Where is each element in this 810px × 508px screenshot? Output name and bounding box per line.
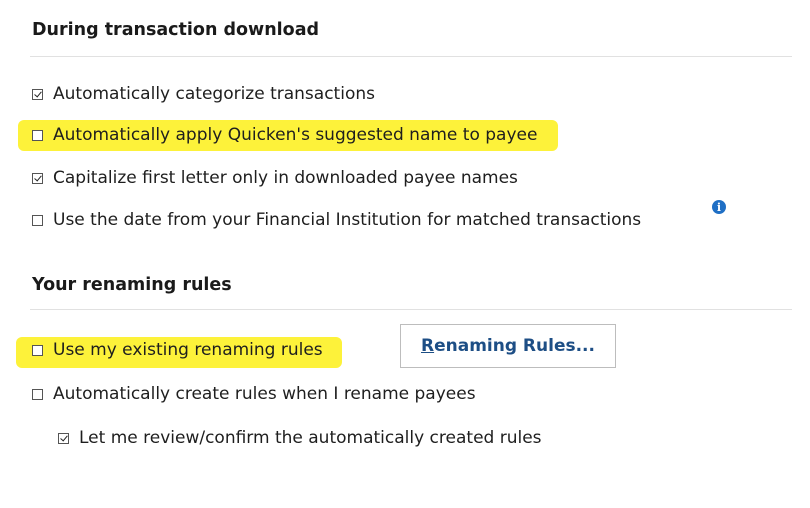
option-capitalize-first-letter[interactable]: Capitalize first letter only in download… [32,165,518,191]
section-title-download: During transaction download [32,20,320,40]
option-use-existing-rules[interactable]: Use my existing renaming rules [32,337,323,363]
section-title-renaming: Your renaming rules [32,275,232,295]
option-use-fi-date[interactable]: Use the date from your Financial Institu… [32,207,641,233]
checkbox-use-fi-date[interactable] [32,214,43,226]
option-label: Automatically categorize transactions [53,84,375,104]
checkbox-auto-categorize[interactable] [32,88,43,100]
option-label: Use the date from your Financial Institu… [53,210,642,230]
section-divider [30,309,792,310]
button-mnemonic: R [421,336,435,356]
checkbox-capitalize-first-letter[interactable] [32,172,43,184]
option-label: Automatically apply Quicken's suggested … [53,125,538,145]
checkbox-use-existing-rules[interactable] [32,344,43,356]
option-label: Automatically create rules when I rename… [53,384,476,404]
option-apply-suggested-name[interactable]: Automatically apply Quicken's suggested … [32,122,537,148]
option-label: Use my existing renaming rules [53,340,323,360]
option-label: Capitalize first letter only in download… [53,168,518,188]
button-label: enaming Rules... [434,336,595,356]
option-auto-create-rules[interactable]: Automatically create rules when I rename… [32,381,476,407]
checkbox-apply-suggested-name[interactable] [32,129,43,141]
option-review-rules[interactable]: Let me review/confirm the automatically … [58,425,542,451]
option-label: Let me review/confirm the automatically … [79,428,542,448]
renaming-rules-button[interactable]: Renaming Rules... [400,324,616,368]
section-divider [30,56,792,57]
checkbox-review-rules[interactable] [58,432,69,444]
checkbox-auto-create-rules[interactable] [32,388,43,400]
option-auto-categorize[interactable]: Automatically categorize transactions [32,81,375,107]
info-icon[interactable]: i [712,200,726,214]
